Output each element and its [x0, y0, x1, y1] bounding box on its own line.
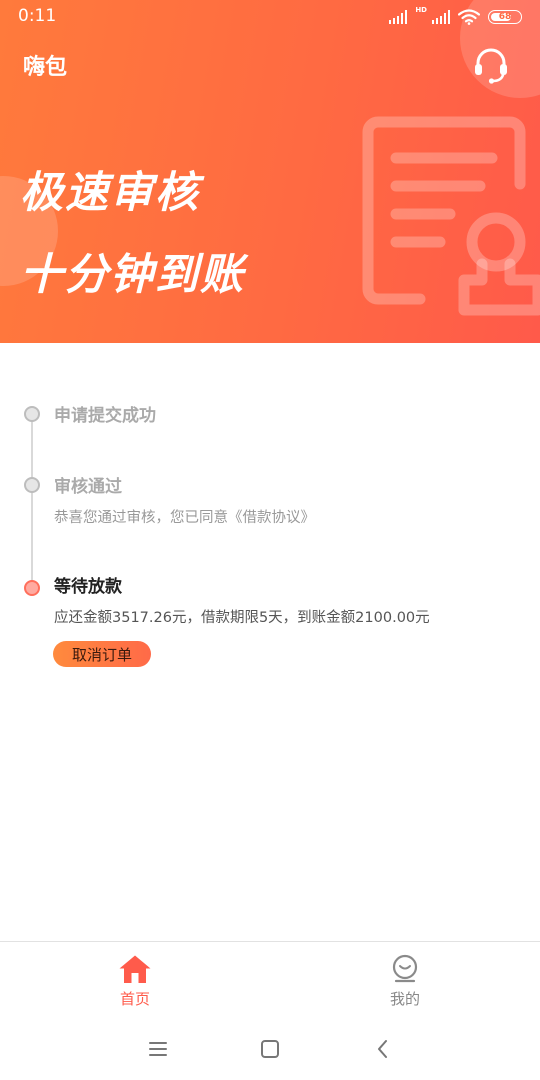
slogan-line-1: 极速审核 — [20, 168, 200, 218]
wifi-icon — [458, 9, 480, 25]
status-bar: 0:11 HD 68 — [0, 0, 540, 34]
slogan-line-2: 十分钟到账 — [20, 250, 245, 300]
step-title-approved: 审核通过 — [54, 477, 122, 497]
tab-mine-label: 我的 — [389, 990, 420, 1008]
step-desc-awaiting-payout: 应还金额3517.26元，借款期限5天，到账金额2100.00元 — [54, 610, 430, 626]
cancel-order-button[interactable]: 取消订单 — [53, 641, 151, 667]
status-time: 0:11 — [18, 6, 57, 26]
profile-icon — [392, 954, 418, 983]
step-dot-awaiting-payout — [24, 580, 40, 596]
step-dot-approved — [24, 477, 40, 493]
tab-home-label: 首页 — [119, 990, 150, 1008]
hd-indicator: HD — [415, 6, 427, 14]
step-dot-submitted — [24, 406, 40, 422]
step-title-submitted: 申请提交成功 — [54, 406, 156, 426]
bottom-tab-bar: 首页 我的 — [0, 941, 540, 1021]
tab-home[interactable]: 首页 — [75, 942, 195, 1022]
step-title-awaiting-payout: 等待放款 — [54, 577, 122, 597]
back-icon[interactable] — [371, 1037, 395, 1061]
headset-icon[interactable] — [471, 46, 511, 86]
home-square-icon[interactable] — [258, 1037, 282, 1061]
tab-mine[interactable]: 我的 — [345, 942, 465, 1022]
signal-icon — [389, 10, 408, 24]
document-stamp-icon — [362, 116, 540, 316]
step-desc-approved: 恭喜您通过审核，您已同意《借款协议》 — [54, 510, 315, 526]
app-title: 嗨包 — [23, 55, 68, 80]
battery-icon: 68 — [488, 10, 522, 24]
system-navigation-bar — [0, 1021, 540, 1080]
battery-level: 68 — [498, 12, 512, 22]
timeline-line — [31, 415, 33, 591]
home-icon — [119, 955, 151, 983]
signal-icon — [432, 10, 450, 24]
status-icons: HD 68 — [389, 7, 522, 27]
header-banner: 0:11 HD 68 嗨包 极速审核 十分钟到账 — [0, 0, 540, 343]
menu-icon[interactable] — [146, 1037, 170, 1061]
